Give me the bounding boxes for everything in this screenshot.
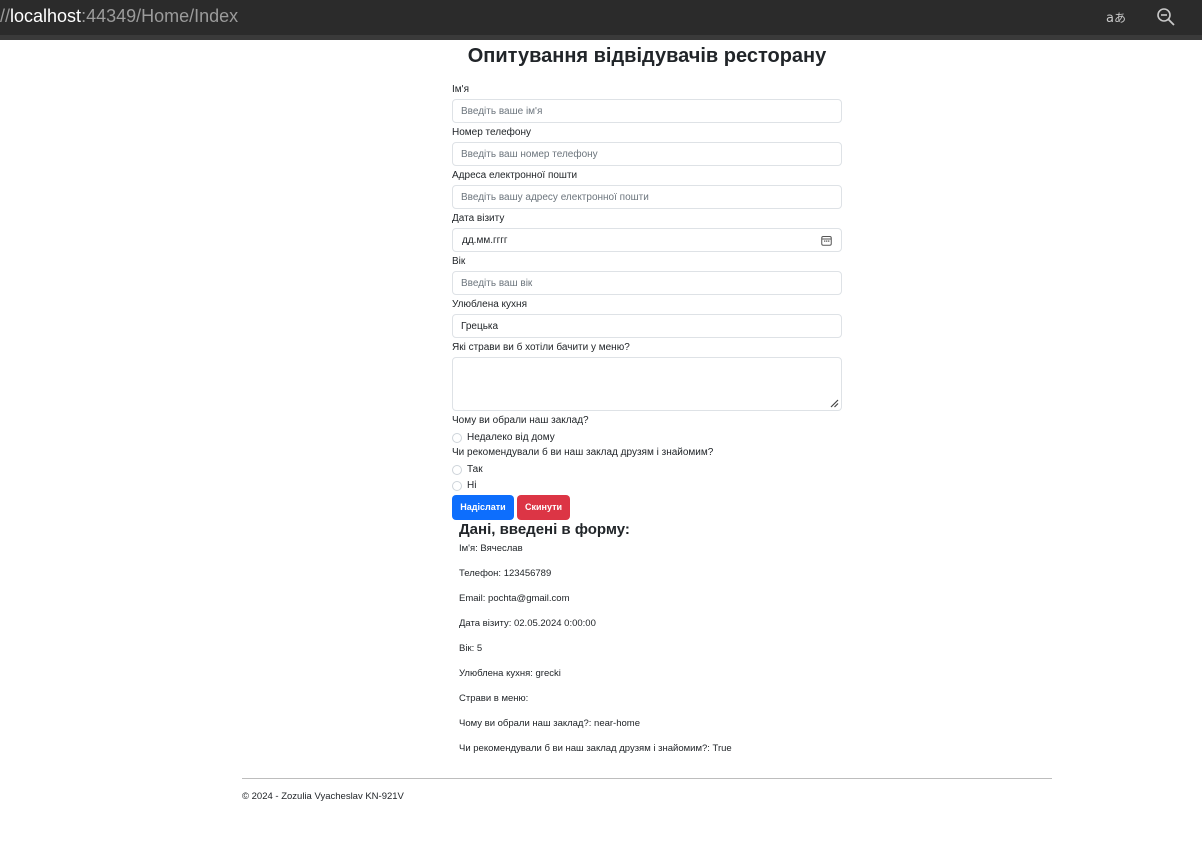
recommend-option-yes[interactable]: Так xyxy=(452,462,842,477)
zoom-out-icon[interactable] xyxy=(1155,6,1177,28)
phone-label: Номер телефону xyxy=(452,127,531,138)
reason-label: Чому ви обрали наш заклад? xyxy=(452,415,589,426)
url-path: :44349/Home/Index xyxy=(81,6,239,26)
name-input[interactable] xyxy=(452,99,842,123)
recommend-label: Чи рекомендували б ви наш заклад друзям … xyxy=(452,447,714,458)
url-prefix: // xyxy=(0,6,11,26)
result-email: Email: pochta@gmail.com xyxy=(459,593,570,604)
url-host: localhost xyxy=(10,6,82,26)
result-recommend: Чи рекомендували б ви наш заклад друзям … xyxy=(459,743,732,754)
footer-divider xyxy=(242,778,1052,779)
results-section: Дані, введені в форму: Ім'я: Вячеслав Те… xyxy=(459,520,859,768)
date-input[interactable]: дд.мм.гггг xyxy=(452,228,842,252)
browser-toolbar: //localhost:44349/Home/Index aあ xyxy=(0,0,1202,35)
reason-option-label: Недалеко від дому xyxy=(467,432,555,443)
name-label: Ім'я xyxy=(452,84,469,95)
date-value: дд.мм.гггг xyxy=(462,235,508,246)
dishes-textarea[interactable] xyxy=(452,357,842,411)
reason-option-near-home[interactable]: Недалеко від дому xyxy=(452,430,842,445)
translate-icon[interactable]: aあ xyxy=(1104,6,1126,28)
resize-handle-icon[interactable] xyxy=(830,399,839,408)
age-input[interactable] xyxy=(452,271,842,295)
address-bar[interactable]: //localhost:44349/Home/Index xyxy=(0,6,238,27)
svg-text:あ: あ xyxy=(1114,11,1126,25)
recommend-no-label: Ні xyxy=(467,480,477,491)
survey-form: Опитування відвідувачів ресторану Ім'я Н… xyxy=(452,40,842,520)
page-title: Опитування відвідувачів ресторану xyxy=(467,45,827,67)
phone-input[interactable] xyxy=(452,142,842,166)
reset-button[interactable]: Скинути xyxy=(517,495,570,520)
radio-near-home[interactable] xyxy=(452,432,462,443)
email-label: Адреса електронної пошти xyxy=(452,170,578,181)
svg-text:a: a xyxy=(1106,11,1114,26)
results-heading: Дані, введені в форму: xyxy=(459,521,630,538)
result-date: Дата візиту: 02.05.2024 0:00:00 xyxy=(459,618,596,629)
recommend-yes-label: Так xyxy=(467,464,483,475)
result-phone: Телефон: 123456789 xyxy=(459,568,552,579)
footer-text: © 2024 - Zozulia Vyacheslav KN-921V xyxy=(242,791,404,802)
recommend-option-no[interactable]: Ні xyxy=(452,478,842,493)
dishes-label: Які страви ви б хотіли бачити у меню? xyxy=(452,342,630,353)
result-reason: Чому ви обрали наш заклад?: near-home xyxy=(459,718,640,729)
cuisine-label: Улюблена кухня xyxy=(452,299,527,310)
result-name: Ім'я: Вячеслав xyxy=(459,543,523,554)
radio-yes[interactable] xyxy=(452,464,462,475)
date-label: Дата візиту xyxy=(452,213,505,224)
radio-no[interactable] xyxy=(452,480,462,491)
cuisine-input[interactable] xyxy=(452,314,842,338)
result-dishes: Страви в меню: xyxy=(459,693,529,704)
result-cuisine: Улюблена кухня: grecki xyxy=(459,668,561,679)
submit-button[interactable]: Надіслати xyxy=(452,495,514,520)
email-input[interactable] xyxy=(452,185,842,209)
result-age: Вік: 5 xyxy=(459,643,483,654)
calendar-icon[interactable] xyxy=(821,235,832,246)
age-label: Вік xyxy=(452,256,466,267)
